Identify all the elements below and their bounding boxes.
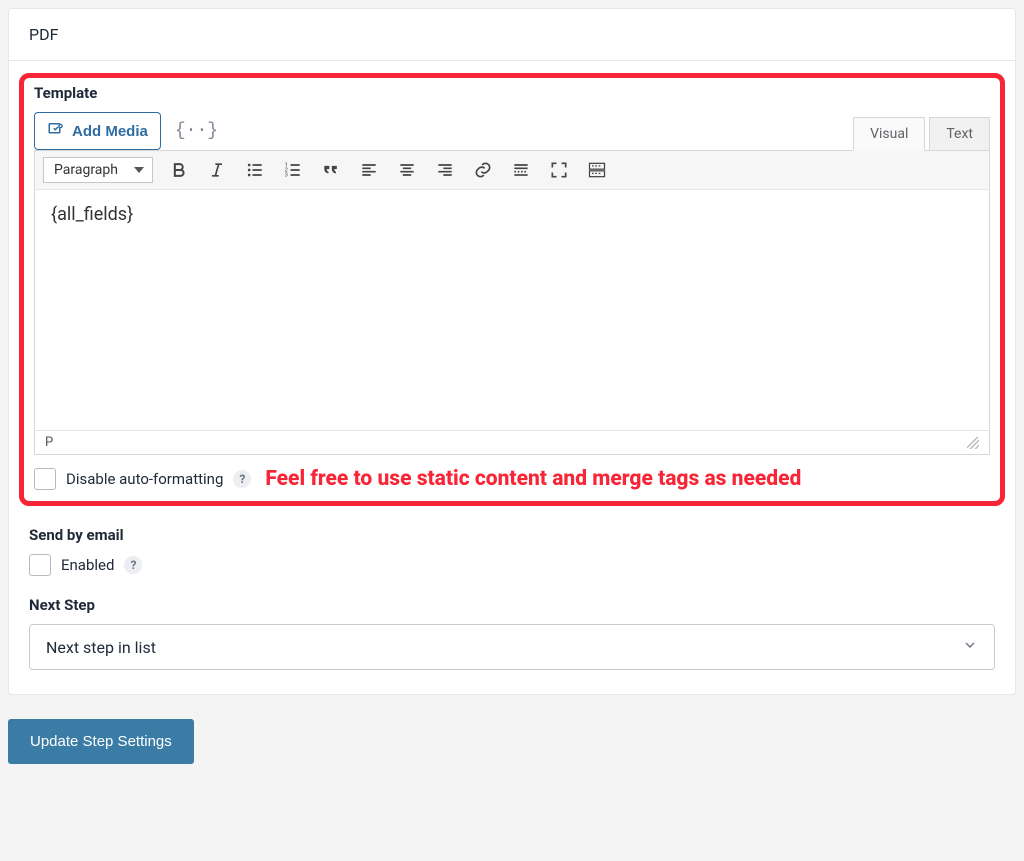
- next-step-select[interactable]: Next step in list: [29, 624, 995, 670]
- disable-autoformat-row: Disable auto-formatting ? Feel free to u…: [34, 467, 990, 491]
- tab-text[interactable]: Text: [929, 117, 990, 151]
- media-icon: [47, 120, 65, 142]
- template-label: Template: [34, 84, 990, 102]
- panel-title: PDF: [9, 9, 1015, 61]
- next-step-section: Next Step Next step in list: [29, 596, 995, 670]
- send-by-email-section: Send by email Enabled ?: [29, 526, 995, 576]
- italic-icon[interactable]: [205, 158, 229, 182]
- toolbar-toggle-icon[interactable]: [585, 158, 609, 182]
- format-select[interactable]: Paragraph: [43, 157, 153, 183]
- pdf-panel: PDF Template Add Media {··} Visual Text: [8, 8, 1016, 695]
- link-icon[interactable]: [471, 158, 495, 182]
- tab-visual[interactable]: Visual: [853, 117, 925, 151]
- help-icon[interactable]: ?: [124, 556, 142, 574]
- chevron-down-icon: [134, 167, 144, 173]
- editor-element-path: P: [45, 435, 53, 450]
- editor-top-row: Add Media {··} Visual Text: [34, 112, 990, 150]
- bold-icon[interactable]: [167, 158, 191, 182]
- format-select-label: Paragraph: [54, 162, 118, 178]
- help-icon[interactable]: ?: [233, 470, 251, 488]
- align-center-icon[interactable]: [395, 158, 419, 182]
- panel-body: Template Add Media {··} Visual Text: [9, 61, 1015, 694]
- quote-icon[interactable]: [319, 158, 343, 182]
- add-media-label: Add Media: [72, 123, 148, 140]
- annotation-text: Feel free to use static content and merg…: [265, 467, 801, 491]
- align-left-icon[interactable]: [357, 158, 381, 182]
- chevron-down-icon: [962, 637, 978, 657]
- editor-tabs: Visual Text: [853, 117, 990, 151]
- disable-autoformat-checkbox[interactable]: [34, 468, 56, 490]
- resize-grip-icon[interactable]: [967, 437, 979, 449]
- update-step-settings-button[interactable]: Update Step Settings: [8, 719, 194, 764]
- merge-tag-button[interactable]: {··}: [175, 121, 218, 141]
- enabled-checkbox[interactable]: [29, 554, 51, 576]
- read-more-icon[interactable]: [509, 158, 533, 182]
- send-by-email-label: Send by email: [29, 526, 995, 544]
- bullet-list-icon[interactable]: [243, 158, 267, 182]
- template-annotation-box: Template Add Media {··} Visual Text: [19, 73, 1005, 506]
- disable-autoformat-label: Disable auto-formatting: [66, 470, 223, 488]
- editor-status-bar: P: [35, 430, 989, 454]
- editor-toolbar: Paragraph 123: [35, 151, 989, 190]
- align-right-icon[interactable]: [433, 158, 457, 182]
- submit-bar: Update Step Settings: [0, 703, 1024, 780]
- numbered-list-icon[interactable]: 123: [281, 158, 305, 182]
- editor-content[interactable]: {all_fields}: [35, 190, 989, 430]
- enabled-row: Enabled ?: [29, 554, 995, 576]
- fullscreen-icon[interactable]: [547, 158, 571, 182]
- next-step-selected-value: Next step in list: [46, 638, 156, 657]
- rich-text-editor: Paragraph 123 {all_fields}: [34, 150, 990, 455]
- add-media-button[interactable]: Add Media: [34, 112, 161, 150]
- enabled-label: Enabled: [61, 556, 114, 574]
- next-step-label: Next Step: [29, 596, 995, 614]
- svg-text:3: 3: [285, 173, 288, 179]
